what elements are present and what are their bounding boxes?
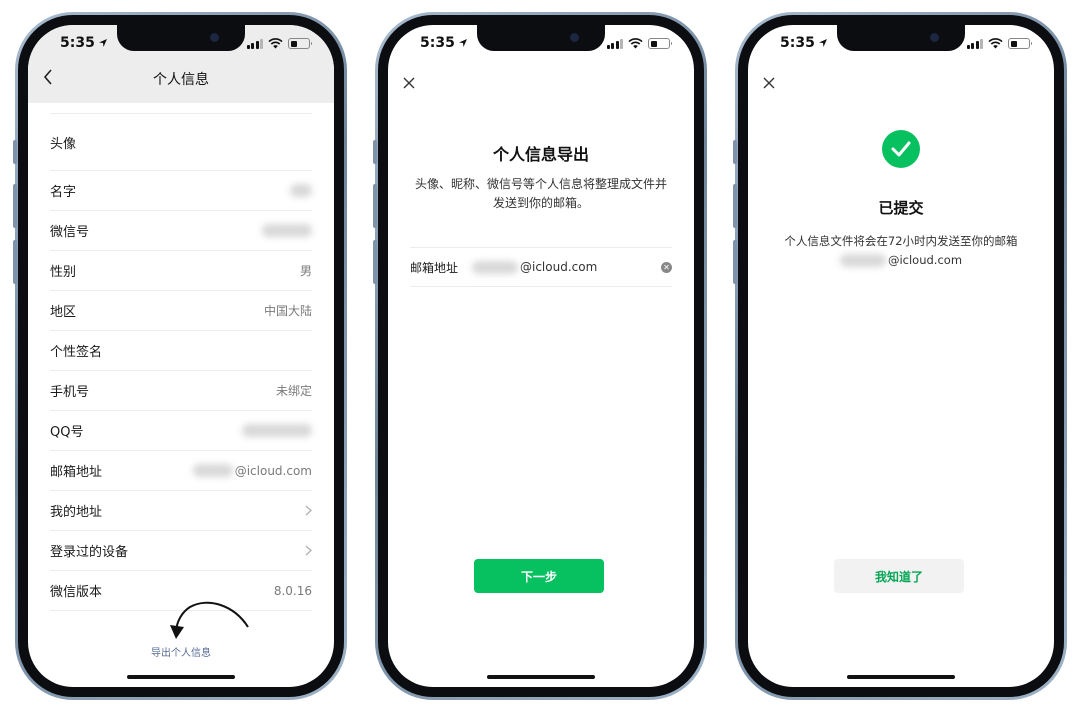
description: 个人信息文件将会在72小时内发送至你的邮箱 @icloud.com (758, 232, 1044, 270)
status-time: 5:35 (780, 35, 815, 51)
row-phone[interactable]: 手机号 未绑定 (50, 371, 312, 411)
row-devices[interactable]: 登录过的设备 (50, 531, 312, 571)
row-label: 微信版本 (50, 585, 103, 600)
row-label: 地区 (50, 305, 77, 320)
location-arrow-icon (818, 39, 827, 47)
battery-icon (1008, 38, 1032, 49)
close-icon[interactable] (402, 76, 416, 90)
phone-frame-3: 5:35 已提交 个人信息文件将会在72小时内发送至你的邮箱 @icloud.c… (733, 12, 1067, 700)
description-line: 头像、昵称、微信号等个人信息将整理成文件并 (414, 177, 667, 191)
submitted-screen: 5:35 已提交 个人信息文件将会在72小时内发送至你的邮箱 @icloud.c… (748, 25, 1054, 687)
curved-arrow-annotation (170, 601, 249, 639)
row-label: 性别 (50, 265, 77, 280)
next-step-button[interactable]: 下一步 (474, 559, 604, 593)
status-time: 5:35 (60, 35, 95, 51)
success-check-icon (882, 130, 920, 168)
status-time: 5:35 (420, 35, 455, 51)
row-label: 手机号 (50, 385, 90, 400)
page-title: 已提交 (878, 199, 924, 217)
battery-icon (288, 38, 312, 49)
row-value: @icloud.com (234, 463, 312, 478)
home-indicator (127, 675, 235, 679)
row-value: 男 (299, 264, 312, 278)
wifi-icon (988, 38, 1003, 49)
close-icon[interactable] (762, 76, 776, 90)
row-label: 个性签名 (50, 345, 103, 360)
export-personal-info-link[interactable]: 导出个人信息 (28, 644, 334, 659)
row-label: 登录过的设备 (50, 545, 129, 560)
chevron-right-icon (305, 505, 312, 516)
row-value: 未绑定 (275, 384, 312, 398)
clear-input-icon[interactable]: ✕ (661, 262, 672, 273)
notch (477, 25, 605, 51)
description: 头像、昵称、微信号等个人信息将整理成文件并 发送到你的邮箱。 (408, 175, 674, 213)
row-label: 我的地址 (50, 505, 103, 520)
cellular-signal-icon (966, 38, 983, 49)
description-line: 发送到你的邮箱。 (492, 196, 589, 210)
battery-icon (648, 38, 672, 49)
cellular-signal-icon (246, 38, 263, 49)
redacted-value (290, 184, 312, 197)
page-title: 个人信息 (153, 72, 209, 88)
status-bar: 5:35 (748, 25, 1054, 65)
row-qq[interactable]: QQ号 (50, 411, 312, 451)
wifi-icon (628, 38, 643, 49)
info-list: 头像 名字 微信号 性别 男 地区 中国大陆 个性签名 手机号 未绑定 QQ号 … (50, 113, 312, 611)
row-avatar[interactable]: 头像 (50, 113, 312, 171)
phone-frame-2: 5:35 个人信息导出 头像、昵称、微信号等个人信息将整理成文件并 发送到你的邮… (373, 12, 707, 700)
row-region[interactable]: 地区 中国大陆 (50, 291, 312, 331)
row-email[interactable]: 邮箱地址 @icloud.com (50, 451, 312, 491)
row-signature[interactable]: 个性签名 (50, 331, 312, 371)
home-indicator (487, 675, 595, 679)
chevron-right-icon (305, 545, 312, 556)
redacted-value (192, 464, 233, 477)
personal-info-screen: 个人信息 5:35 头像 名字 微信号 性别 男 地区 中国大陆 个性签名 手机… (28, 25, 334, 687)
export-request-screen: 5:35 个人信息导出 头像、昵称、微信号等个人信息将整理成文件并 发送到你的邮… (388, 25, 694, 687)
wifi-icon (268, 38, 283, 49)
redacted-value (262, 224, 312, 237)
row-label: 头像 (50, 136, 77, 152)
row-wechat-id[interactable]: 微信号 (50, 211, 312, 251)
notch (117, 25, 245, 51)
home-indicator (847, 675, 955, 679)
row-my-address[interactable]: 我的地址 (50, 491, 312, 531)
notch (837, 25, 965, 51)
row-label: 微信号 (50, 225, 90, 240)
email-label: 邮箱地址 (410, 260, 459, 275)
row-label: QQ号 (50, 425, 84, 440)
status-bar: 5:35 (388, 25, 694, 65)
got-it-button[interactable]: 我知道了 (834, 559, 964, 593)
row-value: 8.0.16 (273, 583, 312, 598)
email-value: @icloud.com (887, 253, 963, 267)
location-arrow-icon (458, 39, 467, 47)
email-value: @icloud.com (520, 260, 598, 274)
row-label: 邮箱地址 (50, 465, 103, 480)
status-bar: 5:35 (28, 25, 334, 65)
row-gender[interactable]: 性别 男 (50, 251, 312, 291)
row-value: 中国大陆 (263, 304, 312, 318)
cellular-signal-icon (606, 38, 623, 49)
phone-frame-1: 个人信息 5:35 头像 名字 微信号 性别 男 地区 中国大陆 个性签名 手机… (13, 12, 347, 700)
row-label: 名字 (50, 185, 77, 200)
redacted-value (242, 424, 312, 437)
redacted-value (472, 260, 518, 274)
description-line: 个人信息文件将会在72小时内发送至你的邮箱 (784, 234, 1018, 248)
location-arrow-icon (98, 39, 107, 47)
row-name[interactable]: 名字 (50, 171, 312, 211)
email-field[interactable]: 邮箱地址 @icloud.com ✕ (410, 247, 672, 287)
redacted-value (839, 254, 886, 267)
page-title: 个人信息导出 (492, 145, 589, 164)
